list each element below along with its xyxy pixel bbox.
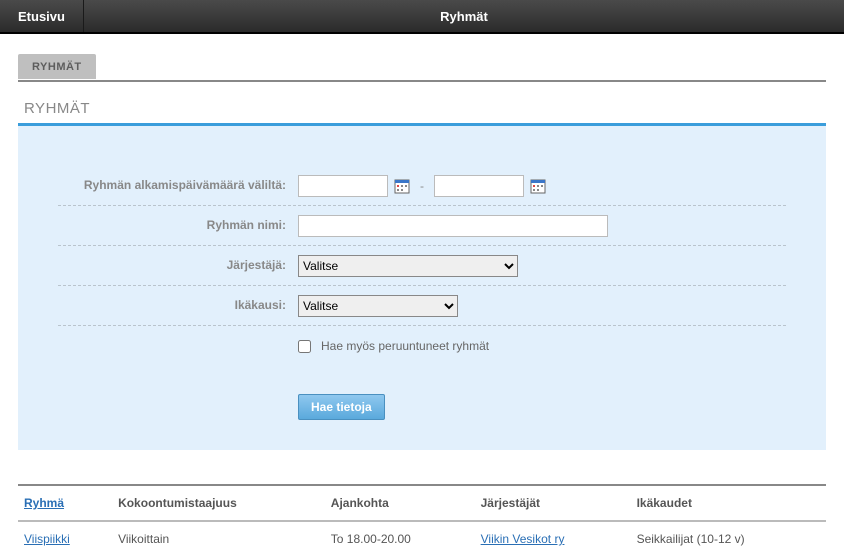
organizer-select[interactable]: Valitse: [298, 255, 518, 277]
table-row: Viispiikki Viikoittain To 18.00-20.00 Vi…: [18, 521, 826, 556]
date-range-dash: -: [420, 179, 424, 193]
date-from-input[interactable]: [298, 175, 388, 197]
calendar-icon[interactable]: [394, 178, 410, 194]
results-area: Ryhmä Kokoontumistaajuus Ajankohta Järje…: [18, 484, 826, 556]
col-group[interactable]: Ryhmä: [18, 486, 112, 521]
col-organizers: Järjestäjät: [475, 486, 631, 521]
tab-groups[interactable]: RYHMÄT: [18, 54, 96, 79]
label-organizer: Järjestäjä:: [58, 258, 298, 274]
date-to-input[interactable]: [434, 175, 524, 197]
group-name-input[interactable]: [298, 215, 608, 237]
label-date-range: Ryhmän alkamispäivämäärä väliltä:: [58, 178, 298, 194]
label-group-name: Ryhmän nimi:: [58, 218, 298, 234]
cell-frequency: Viikoittain: [112, 521, 325, 556]
cell-time: To 18.00-20.00: [325, 521, 475, 556]
organizer-link[interactable]: Viikin Vesikot ry: [481, 532, 565, 546]
search-panel: Ryhmän alkamispäivämäärä väliltä: - Ryhm…: [18, 123, 826, 450]
nav-home[interactable]: Etusivu: [0, 0, 84, 32]
include-cancelled-checkbox[interactable]: [298, 340, 311, 353]
calendar-icon[interactable]: [530, 178, 546, 194]
cell-ages: Seikkailijat (10-12 v): [631, 521, 826, 556]
search-button[interactable]: Hae tietoja: [298, 394, 385, 420]
group-link[interactable]: Viispiikki: [24, 532, 70, 546]
results-table: Ryhmä Kokoontumistaajuus Ajankohta Järje…: [18, 486, 826, 556]
top-nav: Etusivu Ryhmät: [0, 0, 844, 34]
nav-groups[interactable]: Ryhmät: [84, 0, 844, 32]
tab-row: RYHMÄT: [18, 54, 826, 82]
section-title: RYHMÄT: [24, 100, 826, 117]
col-ages: Ikäkaudet: [631, 486, 826, 521]
age-group-select[interactable]: Valitse: [298, 295, 458, 317]
col-time: Ajankohta: [325, 486, 475, 521]
col-frequency: Kokoontumistaajuus: [112, 486, 325, 521]
label-age-group: Ikäkausi:: [58, 298, 298, 314]
include-cancelled-label: Hae myös peruuntuneet ryhmät: [321, 339, 489, 353]
